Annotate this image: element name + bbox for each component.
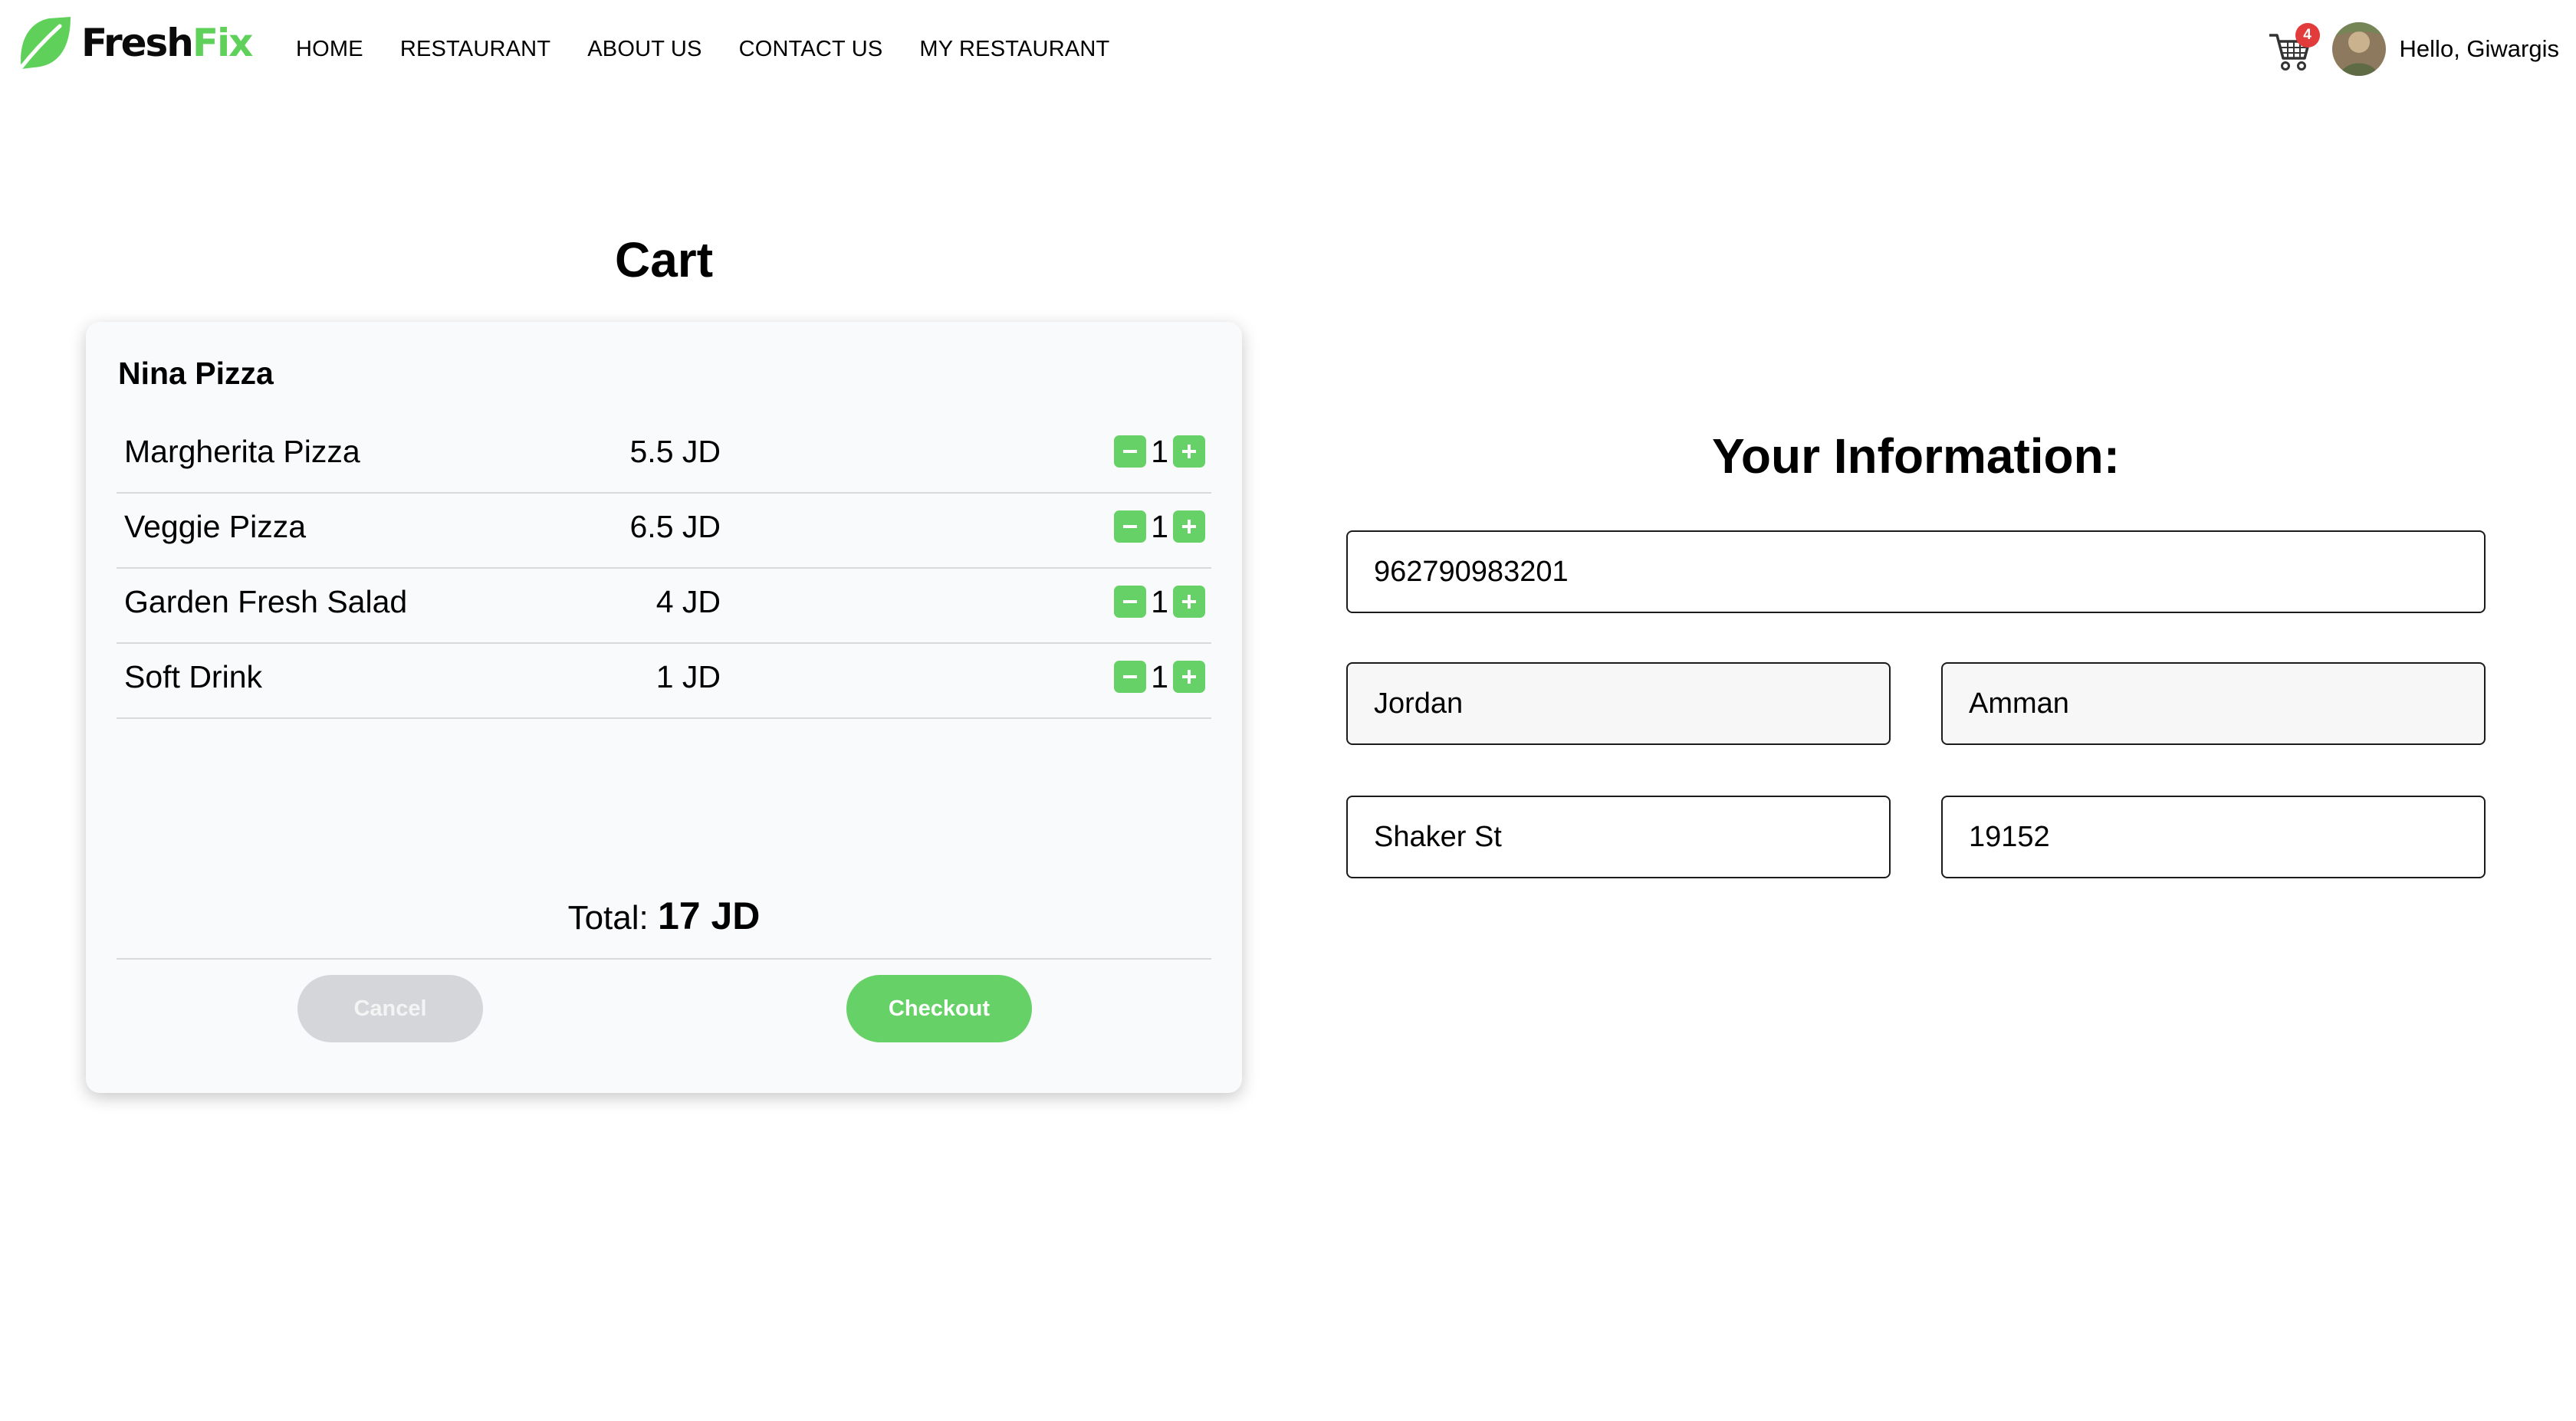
plus-icon [1182,520,1196,533]
increase-quantity-button[interactable] [1173,510,1205,543]
nav-restaurant[interactable]: RESTAURANT [400,37,550,62]
decrease-quantity-button[interactable] [1114,586,1147,618]
item-price: 4 JD [656,584,721,619]
increase-quantity-button[interactable] [1173,435,1205,468]
nav-my-restaurant[interactable]: MY RESTAURANT [919,37,1109,62]
restaurant-name: Nina Pizza [118,356,274,391]
quantity-value: 1 [1151,584,1168,619]
cancel-button[interactable]: Cancel [297,975,483,1042]
cart-button[interactable]: 4 [2268,23,2320,72]
leaf-icon [18,17,71,71]
quantity-stepper: 1 [1114,661,1205,693]
quantity-stepper: 1 [1114,510,1205,543]
user-area: 4 Hello, Giwargis [2268,21,2559,77]
street-field[interactable] [1346,796,1891,878]
phone-field[interactable] [1346,530,2486,613]
checkout-button[interactable]: Checkout [846,975,1032,1042]
zip-code-field[interactable] [1941,796,2486,878]
minus-icon [1123,675,1138,678]
item-name: Veggie Pizza [124,509,307,544]
item-price: 5.5 JD [629,434,721,469]
user-greeting: Hello, Giwargis [2399,35,2559,62]
quantity-stepper: 1 [1114,435,1205,468]
cart-total: Total: 17 JD [117,894,1211,960]
quantity-value: 1 [1151,659,1168,694]
cart-count-badge: 4 [2295,23,2320,48]
minus-icon [1123,450,1138,453]
item-price: 6.5 JD [629,509,721,544]
decrease-quantity-button[interactable] [1114,510,1147,543]
nav-contact-us[interactable]: CONTACT US [739,37,883,62]
information-title: Your Information: [1711,428,2121,484]
plus-icon [1182,595,1196,609]
avatar-image [2331,22,2386,76]
increase-quantity-button[interactable] [1173,661,1205,693]
cart-item-row: Margherita Pizza 5.5 JD 1 [117,418,1211,494]
logo-text-fresh: Fresh [81,21,194,65]
minus-icon [1123,600,1138,603]
decrease-quantity-button[interactable] [1114,661,1147,693]
minus-icon [1123,525,1138,528]
plus-icon [1182,445,1196,458]
top-navbar: FreshFix HOME RESTAURANT ABOUT US CONTAC… [0,0,2576,107]
city-field[interactable] [1941,662,2486,745]
item-price: 1 JD [656,659,721,694]
cart-item-row: Soft Drink 1 JD 1 [117,644,1211,719]
main-nav: HOME RESTAURANT ABOUT US CONTACT US MY R… [296,37,1146,62]
item-name: Margherita Pizza [124,434,360,469]
avatar[interactable] [2331,22,2386,76]
item-name: Soft Drink [124,659,262,694]
quantity-value: 1 [1151,434,1168,469]
nav-about-us[interactable]: ABOUT US [587,37,702,62]
cart-panel: Nina Pizza Margherita Pizza 5.5 JD 1 Veg… [86,322,1242,1093]
item-name: Garden Fresh Salad [124,584,408,619]
decrease-quantity-button[interactable] [1114,435,1147,468]
freshfix-logo[interactable]: FreshFix [15,14,254,72]
logo-text-fix: Fix [192,21,254,65]
increase-quantity-button[interactable] [1173,586,1205,618]
plus-icon [1182,670,1196,684]
cart-items-list: Margherita Pizza 5.5 JD 1 Veggie Pizza 6… [117,418,1211,719]
logo-text: FreshFix [81,21,254,65]
total-value: 17 JD [657,894,761,937]
total-label: Total: [567,899,658,937]
nav-home[interactable]: HOME [296,37,363,62]
cart-title: Cart [614,232,714,287]
quantity-stepper: 1 [1114,586,1205,618]
country-field[interactable] [1346,662,1891,745]
cart-item-row: Garden Fresh Salad 4 JD 1 [117,569,1211,644]
quantity-value: 1 [1151,509,1168,544]
cart-item-row: Veggie Pizza 6.5 JD 1 [117,494,1211,569]
